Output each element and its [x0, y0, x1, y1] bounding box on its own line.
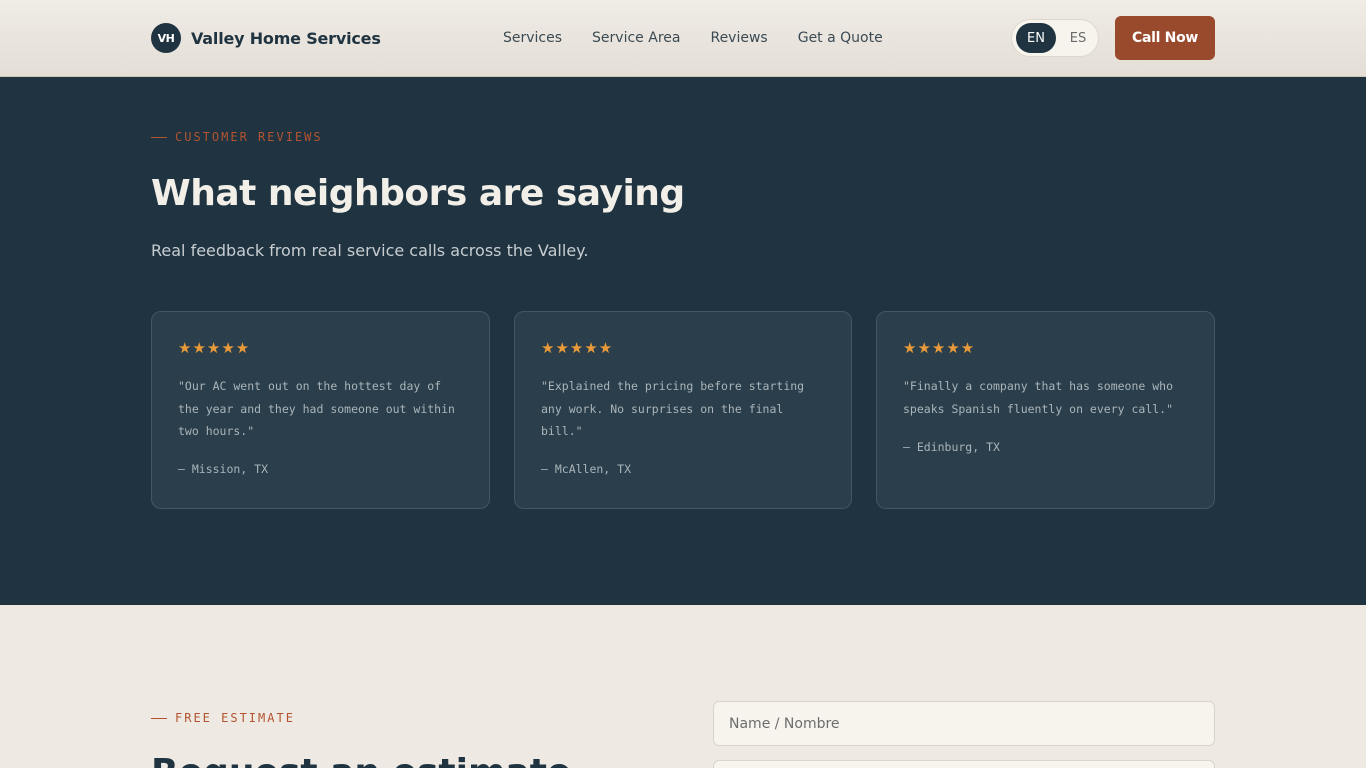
review-card: ★★★★★ "Explained the pricing before star… [514, 311, 852, 509]
nav-get-a-quote[interactable]: Get a Quote [798, 29, 883, 47]
brand-name: Valley Home Services [191, 28, 381, 48]
reviews-eyebrow: CUSTOMER REVIEWS [151, 130, 323, 144]
reviews-eyebrow-text: CUSTOMER REVIEWS [175, 130, 323, 144]
estimate-title: Request an estimate [151, 752, 571, 768]
eyebrow-line [151, 717, 167, 719]
site-header: VH Valley Home Services Services Service… [0, 0, 1366, 77]
review-quote: "Explained the pricing before starting a… [541, 379, 805, 438]
review-card: ★★★★★ "Finally a company that has someon… [876, 311, 1215, 509]
name-input[interactable] [713, 701, 1215, 746]
main-nav: Services Service Area Reviews Get a Quot… [503, 29, 913, 47]
nav-reviews[interactable]: Reviews [710, 29, 767, 47]
star-rating: ★★★★★ [541, 339, 614, 357]
review-author: — McAllen, TX [541, 462, 632, 476]
nav-service-area[interactable]: Service Area [592, 29, 680, 47]
star-rating: ★★★★★ [178, 339, 251, 357]
lang-es-button[interactable]: ES [1058, 23, 1098, 53]
language-toggle: EN ES [1011, 19, 1099, 57]
review-quote: "Our AC went out on the hottest day of t… [178, 379, 455, 438]
review-author: — Mission, TX [178, 462, 269, 476]
reviews-section: CUSTOMER REVIEWS What neighbors are sayi… [0, 77, 1366, 605]
reviews-subtitle: Real feedback from real service calls ac… [151, 241, 589, 260]
call-now-button[interactable]: Call Now [1115, 16, 1215, 60]
review-card: ★★★★★ "Our AC went out on the hottest da… [151, 311, 490, 509]
next-form-field[interactable] [713, 760, 1215, 768]
nav-services[interactable]: Services [503, 29, 562, 47]
eyebrow-line [151, 136, 167, 138]
estimate-eyebrow: FREE ESTIMATE [151, 711, 295, 725]
review-author: — Edinburg, TX [903, 440, 1000, 454]
brand-logo: VH [151, 23, 181, 53]
star-rating: ★★★★★ [903, 339, 976, 357]
brand[interactable]: VH Valley Home Services [151, 23, 381, 53]
estimate-eyebrow-text: FREE ESTIMATE [175, 711, 295, 725]
review-quote: "Finally a company that has someone who … [903, 379, 1174, 416]
reviews-title: What neighbors are saying [151, 173, 685, 214]
lang-en-button[interactable]: EN [1016, 23, 1056, 53]
